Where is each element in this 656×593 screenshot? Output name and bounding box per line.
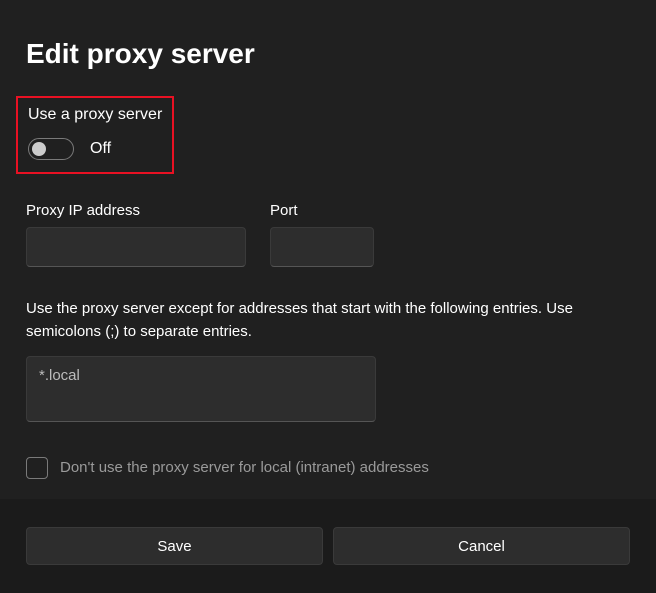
local-bypass-row: Don't use the proxy server for local (in… (26, 457, 630, 479)
ip-field-group: Proxy IP address (26, 202, 246, 267)
port-label: Port (270, 202, 374, 219)
local-bypass-checkbox[interactable] (26, 457, 48, 479)
proxy-toggle-switch[interactable] (28, 138, 74, 160)
cancel-button[interactable]: Cancel (333, 527, 630, 565)
proxy-settings-dialog: Edit proxy server Use a proxy server Off… (0, 0, 656, 593)
proxy-toggle-row: Off (28, 138, 162, 160)
highlight-annotation: Use a proxy server Off (16, 96, 174, 174)
ip-input[interactable] (26, 227, 246, 267)
exceptions-input[interactable] (26, 356, 376, 422)
save-button[interactable]: Save (26, 527, 323, 565)
toggle-thumb-icon (32, 142, 46, 156)
proxy-toggle-label: Use a proxy server (28, 106, 162, 124)
local-bypass-label: Don't use the proxy server for local (in… (60, 459, 429, 476)
ip-label: Proxy IP address (26, 202, 246, 219)
proxy-toggle-state: Off (90, 140, 111, 158)
dialog-title: Edit proxy server (26, 38, 630, 70)
port-input[interactable] (270, 227, 374, 267)
port-field-group: Port (270, 202, 374, 267)
dialog-content: Edit proxy server Use a proxy server Off… (0, 0, 656, 499)
exceptions-help-text: Use the proxy server except for addresse… (26, 297, 630, 344)
proxy-fields-row: Proxy IP address Port (26, 202, 630, 267)
dialog-footer: Save Cancel (0, 499, 656, 593)
